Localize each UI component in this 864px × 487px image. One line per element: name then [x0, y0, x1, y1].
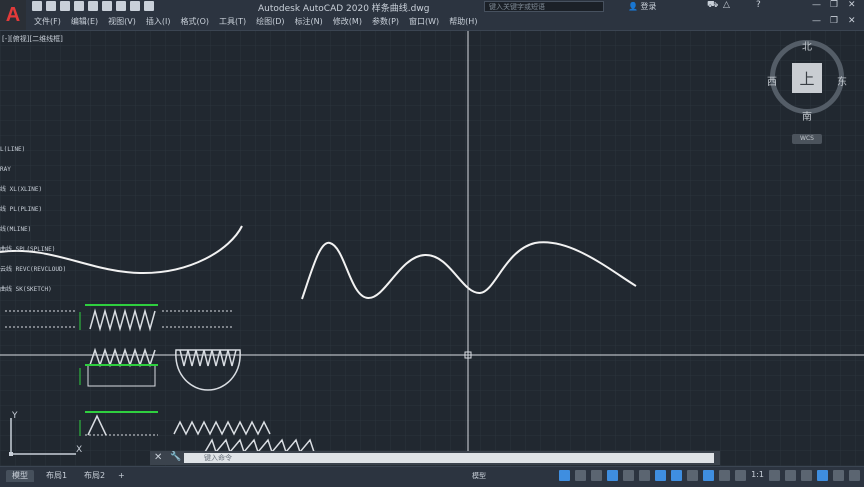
- autodesk-a360-icon[interactable]: △: [723, 0, 730, 10]
- annotation-scale[interactable]: 1:1: [751, 470, 764, 481]
- ucs-y-label: Y: [11, 411, 18, 421]
- status-bar: 模型 布局1 布局2 + 模型 1:1: [0, 466, 864, 487]
- print-icon[interactable]: [116, 1, 126, 11]
- close-window-button[interactable]: ✕: [848, 0, 856, 10]
- main-menu: 文件(F) 编辑(E) 视图(V) 插入(I) 格式(O) 工具(T) 绘图(D…: [34, 16, 477, 27]
- menu-format[interactable]: 格式(O): [180, 16, 209, 27]
- command-list-item: 曲线 SPL(SPLINE): [0, 246, 56, 253]
- polar-icon[interactable]: [607, 470, 619, 481]
- menu-tools[interactable]: 工具(T): [219, 16, 246, 27]
- title-bar: Autodesk AutoCAD 2020 样条曲线.dwg 键入关键字或短语 …: [0, 0, 864, 14]
- command-list-item: RAY: [0, 166, 11, 173]
- viewcube-top-face[interactable]: 上: [792, 63, 822, 93]
- clean-screen-icon[interactable]: [833, 470, 844, 481]
- annotation-monitor-icon[interactable]: [785, 470, 796, 481]
- viewport-controls[interactable]: [-][俯视][二维线框]: [2, 34, 63, 44]
- autoscale-icon[interactable]: [735, 470, 747, 481]
- tab-model[interactable]: 模型: [6, 470, 34, 482]
- minimize-button[interactable]: —: [812, 0, 821, 10]
- command-line: ✕ 🔧 键入命令: [150, 451, 720, 465]
- ucs-icon: Y X: [9, 411, 82, 456]
- command-list-item: 线 PL(PLINE): [0, 206, 43, 213]
- login-label: 登录: [640, 2, 657, 11]
- menu-view[interactable]: 视图(V): [108, 16, 136, 27]
- open-file-icon[interactable]: [46, 1, 56, 11]
- new-file-icon[interactable]: [32, 1, 42, 11]
- customize-wrench-icon[interactable]: 🔧: [170, 452, 181, 462]
- save-icon[interactable]: [60, 1, 70, 11]
- plot-icon[interactable]: [102, 1, 112, 11]
- model-space-button[interactable]: 模型: [472, 471, 486, 481]
- cart-icon[interactable]: ⛟: [707, 0, 718, 11]
- menu-modify[interactable]: 修改(M): [333, 16, 362, 27]
- search-input[interactable]: 键入关键字或短语: [484, 1, 604, 12]
- doc-restore-button[interactable]: ❐: [830, 16, 838, 26]
- menu-parameter[interactable]: 参数(P): [372, 16, 399, 27]
- menu-help[interactable]: 帮助(H): [449, 16, 477, 27]
- redo-icon[interactable]: [144, 1, 154, 11]
- web-mobile-icon[interactable]: [88, 1, 98, 11]
- command-list-item: L(LINE): [0, 146, 26, 153]
- snap-icon[interactable]: [575, 470, 587, 481]
- menu-draw[interactable]: 绘图(D): [256, 16, 284, 27]
- compass-south[interactable]: 南: [802, 108, 812, 123]
- wcs-menu[interactable]: WCS: [792, 134, 822, 144]
- menu-bar: 文件(F) 编辑(E) 视图(V) 插入(I) 格式(O) 工具(T) 绘图(D…: [0, 14, 864, 31]
- login-button[interactable]: 👤 登录: [628, 1, 657, 12]
- lineweight-icon[interactable]: [671, 470, 683, 481]
- doc-close-button[interactable]: ✕: [848, 16, 856, 26]
- compass-north[interactable]: 北: [802, 38, 812, 53]
- command-list-item: 线 XL(XLINE): [0, 186, 43, 193]
- status-toggles: 1:1: [559, 470, 860, 481]
- osnap-tracking-icon[interactable]: [639, 470, 651, 481]
- command-input[interactable]: 键入命令: [184, 453, 714, 463]
- menu-edit[interactable]: 编辑(E): [71, 16, 98, 27]
- close-command-line-icon[interactable]: ✕: [154, 452, 162, 463]
- isolate-objects-icon[interactable]: [801, 470, 812, 481]
- tab-layout1[interactable]: 布局1: [40, 470, 73, 482]
- window-title: Autodesk AutoCAD 2020 样条曲线.dwg: [258, 4, 430, 14]
- drawing-canvas[interactable]: [0, 0, 864, 486]
- user-icon: 👤: [628, 2, 638, 11]
- menu-file[interactable]: 文件(F): [34, 16, 61, 27]
- application-menu-button[interactable]: A: [0, 0, 26, 30]
- add-layout-button[interactable]: +: [112, 470, 131, 482]
- doc-minimize-button[interactable]: —: [812, 16, 821, 26]
- menu-insert[interactable]: 插入(I): [146, 16, 171, 27]
- isodraft-icon[interactable]: [623, 470, 635, 481]
- selection-cycling-icon[interactable]: [703, 470, 715, 481]
- tab-layout2[interactable]: 布局2: [78, 470, 111, 482]
- menu-dimension[interactable]: 标注(N): [295, 16, 323, 27]
- compass-west[interactable]: 西: [767, 73, 777, 88]
- autocad-logo: A: [5, 3, 21, 26]
- compass-east[interactable]: 东: [837, 73, 847, 88]
- quick-access-toolbar: [32, 1, 154, 11]
- osnap-icon[interactable]: [655, 470, 667, 481]
- ucs-x-label: X: [76, 445, 82, 455]
- grid-icon[interactable]: [559, 470, 571, 481]
- hardware-acceleration-icon[interactable]: [817, 470, 828, 481]
- save-as-icon[interactable]: [74, 1, 84, 11]
- menu-window[interactable]: 窗口(W): [409, 16, 439, 27]
- annotation-visibility-icon[interactable]: [719, 470, 731, 481]
- customization-menu-icon[interactable]: [849, 470, 860, 481]
- restore-button[interactable]: ❐: [830, 0, 838, 10]
- help-icon[interactable]: ?: [756, 0, 761, 10]
- ortho-icon[interactable]: [591, 470, 603, 481]
- command-list-item: 云线 REVC(REVCLOUD): [0, 266, 67, 273]
- workspace-gear-icon[interactable]: [769, 470, 780, 481]
- transparency-icon[interactable]: [687, 470, 699, 481]
- command-list-text: L(LINE) RAY 线 XL(XLINE) 线 PL(PLINE) 线(ML…: [0, 135, 66, 305]
- command-list-item: 曲线 SK(SKETCH): [0, 286, 52, 293]
- undo-icon[interactable]: [130, 1, 140, 11]
- command-list-item: 线(MLINE): [0, 226, 32, 233]
